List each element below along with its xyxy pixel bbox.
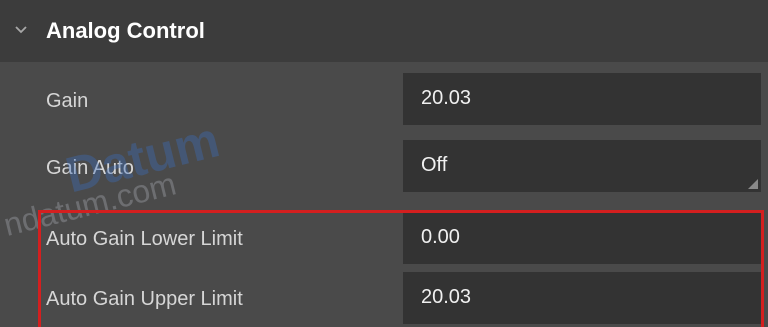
gain-auto-dropdown[interactable]: Off xyxy=(403,140,761,192)
auto-gain-lower-limit-value: 0.00 xyxy=(421,226,460,248)
gain-auto-value: Off xyxy=(421,154,448,176)
property-panel: Analog Control Gain 20.03 Gain Auto Off … xyxy=(0,0,768,327)
auto-gain-lower-limit-input[interactable]: 0.00 xyxy=(403,212,761,264)
dropdown-corner-icon xyxy=(748,179,758,189)
auto-gain-upper-limit-input[interactable]: 20.03 xyxy=(403,272,761,324)
property-row-gain-auto: Gain Auto Off xyxy=(0,124,768,192)
auto-gain-upper-limit-value: 20.03 xyxy=(421,286,472,308)
section-header-analog-control[interactable]: Analog Control xyxy=(0,0,768,62)
property-row-auto-gain-lower-limit: Auto Gain Lower Limit 0.00 xyxy=(0,210,768,272)
gain-input[interactable]: 20.03 xyxy=(403,73,761,125)
property-row-gain: Gain 20.03 xyxy=(0,62,768,125)
chevron-down-icon[interactable] xyxy=(13,22,29,38)
section-title: Analog Control xyxy=(46,18,205,43)
property-label-gain-auto: Gain Auto xyxy=(46,157,134,179)
property-label-auto-gain-upper-limit: Auto Gain Upper Limit xyxy=(46,288,243,310)
property-row-auto-gain-upper-limit: Auto Gain Upper Limit 20.03 xyxy=(0,265,768,327)
property-label-gain: Gain xyxy=(46,90,89,112)
gain-value: 20.03 xyxy=(421,87,472,109)
property-label-auto-gain-lower-limit: Auto Gain Lower Limit xyxy=(46,228,243,250)
